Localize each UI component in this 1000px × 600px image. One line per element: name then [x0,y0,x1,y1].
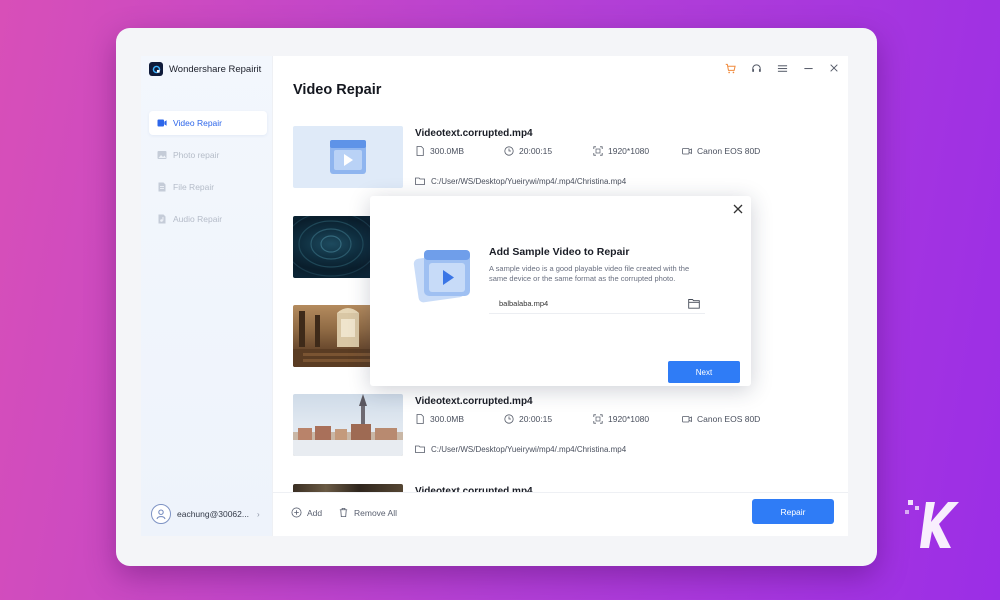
file-resolution: 1920*1080 [608,414,650,424]
file-path: C:/User/WS/Desktop/Yueirywi/mp4/.mp4/Chr… [415,176,626,186]
file-meta: 300.0MB 20:00:15 1920*1080 Canon EOS 80D [415,414,760,424]
file-size: 300.0MB [430,146,465,156]
photo-icon [157,151,167,159]
sidebar-item-photo-repair[interactable]: Photo repair [149,143,267,167]
file-size: 300.0MB [430,414,465,424]
file-name: Videotext.corrupted.mp4 [415,128,533,139]
titlebar-controls [724,62,840,74]
resolution-icon [593,414,603,424]
file-icon [158,182,166,192]
snowy-town-thumbnail [293,394,403,456]
sidebar-item-video-repair[interactable]: Video Repair [149,111,267,135]
sidebar-item-label: Audio Repair [173,214,223,224]
resolution-icon [593,146,603,156]
user-email: eachung@30062... [177,509,249,519]
trash-icon [339,507,348,518]
clock-icon [504,146,514,156]
sidebar: Wondershare Repairit Video Repair Photo … [141,56,273,536]
file-duration: 20:00:15 [519,146,553,156]
camera-icon [682,148,692,155]
sidebar-item-label: File Repair [173,182,215,192]
add-button[interactable]: Add [291,507,322,518]
close-icon[interactable] [828,62,840,74]
minimize-icon[interactable] [802,62,814,74]
user-account[interactable]: eachung@30062... › [151,502,265,526]
list-item[interactable]: Videotext.corrupted.mp4 300.0MB 20:00:15… [293,126,833,188]
file-resolution: 1920*1080 [608,146,650,156]
folder-icon [415,445,425,453]
close-icon[interactable] [732,203,744,215]
file-size-icon [416,146,424,156]
clock-icon [504,414,514,424]
sidebar-nav: Video Repair Photo repair File Repair Au… [149,111,267,239]
add-sample-video-dialog: Add Sample Video to Repair A sample vide… [370,196,751,386]
menu-icon[interactable] [776,62,788,74]
sidebar-item-file-repair[interactable]: File Repair [149,175,267,199]
bottom-action-bar: Add Remove All Repair [273,492,848,536]
video-placeholder-icon [330,140,366,174]
sample-video-path-input[interactable] [489,294,705,314]
repairit-logo-icon [149,62,163,76]
user-icon [156,509,166,520]
file-duration: 20:00:15 [519,414,553,424]
knowtechie-k-logo [905,500,959,548]
file-camera: Canon EOS 80D [697,146,761,156]
file-path: C:/User/WS/Desktop/Yueirywi/mp4/.mp4/Chr… [415,444,626,454]
page-title: Video Repair [293,82,382,98]
video-thumbnail [293,394,403,456]
cart-icon[interactable] [724,62,736,74]
dialog-description: A sample video is a good playable video … [489,264,690,283]
video-file-illustration-icon [413,250,470,303]
repairit-app: Wondershare Repairit Video Repair Photo … [141,56,848,536]
camera-icon [682,416,692,423]
next-button[interactable]: Next [668,361,740,383]
sidebar-item-label: Photo repair [173,150,220,160]
repair-button[interactable]: Repair [752,499,834,524]
brand-name: Wondershare Repairit [169,63,262,75]
file-camera: Canon EOS 80D [697,414,761,424]
sidebar-item-audio-repair[interactable]: Audio Repair [149,207,267,231]
sidebar-item-label: Video Repair [173,118,222,128]
remove-all-button[interactable]: Remove All [338,507,397,518]
browse-folder-icon[interactable] [688,298,700,309]
video-icon [157,119,167,127]
list-item[interactable]: Videotext.corrupted.mp4 300.0MB 20:00:15… [293,394,833,456]
support-headset-icon[interactable] [750,62,762,74]
add-circle-icon [291,507,302,518]
file-size-icon [416,414,424,424]
brand: Wondershare Repairit [149,62,261,76]
file-meta: 300.0MB 20:00:15 1920*1080 Canon EOS 80D [415,146,760,156]
folder-icon [415,177,425,185]
file-name: Videotext.corrupted.mp4 [415,396,533,407]
video-thumbnail [293,126,403,188]
avatar [151,504,171,524]
audio-icon [158,214,166,224]
dialog-title: Add Sample Video to Repair [489,246,630,258]
chevron-right-icon: › [256,509,260,519]
